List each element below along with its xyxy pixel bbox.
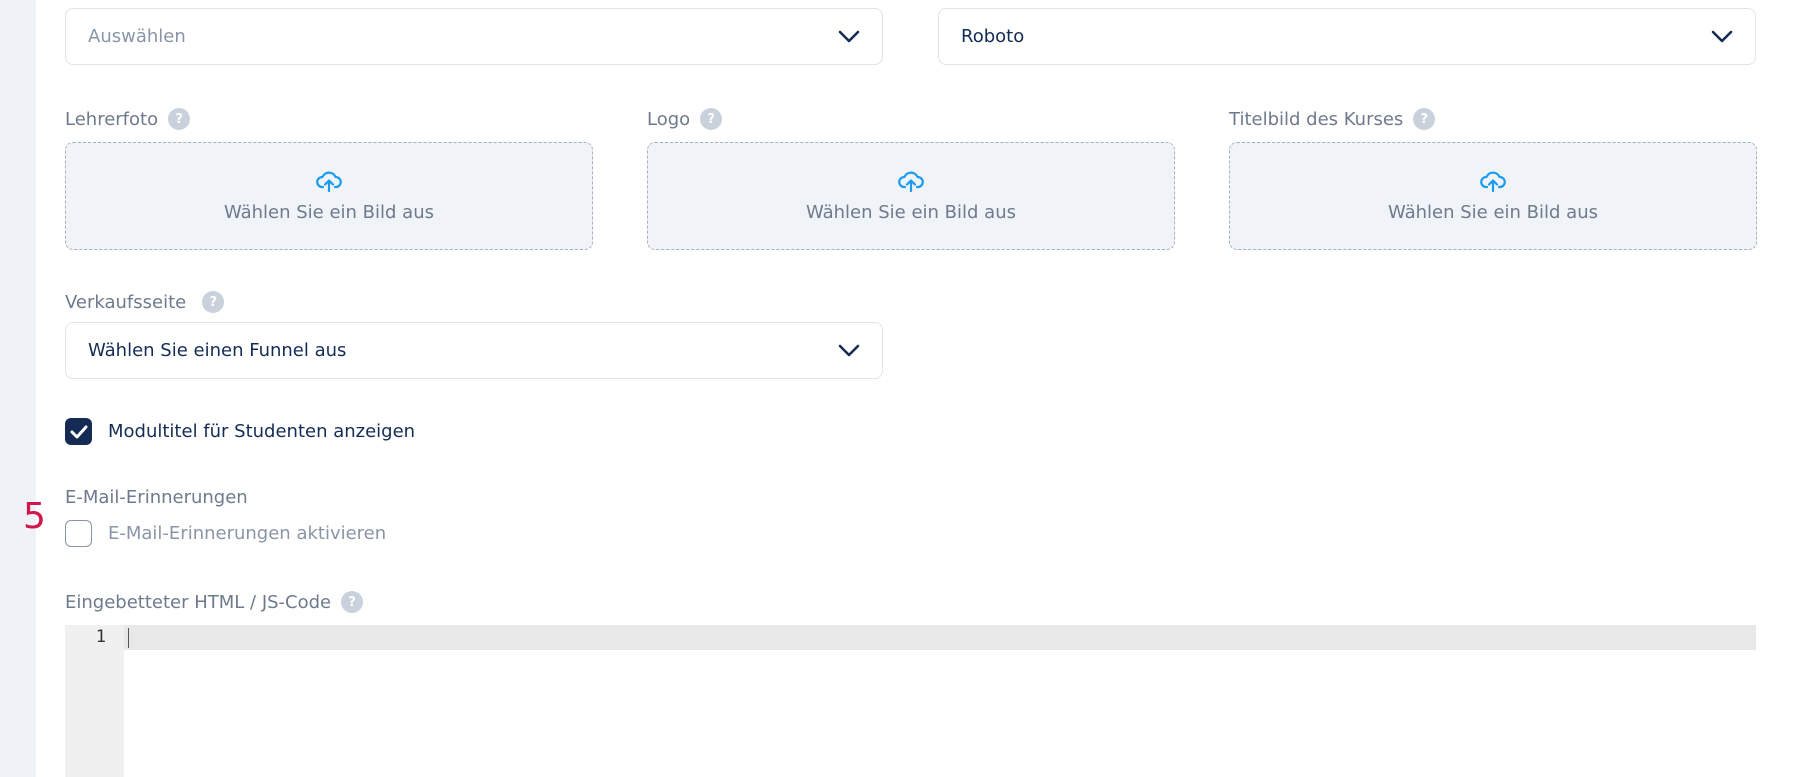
- font-select[interactable]: Roboto: [938, 8, 1756, 65]
- active-line: [65, 625, 1756, 650]
- teacher-photo-upload-text: Wählen Sie ein Bild aus: [223, 201, 435, 223]
- question-icon[interactable]: ?: [341, 591, 364, 613]
- course-cover-upload[interactable]: Wählen Sie ein Bild aus: [1229, 142, 1757, 250]
- sales-page-select[interactable]: Wählen Sie einen Funnel aus: [65, 322, 883, 379]
- module-title-checkbox-row[interactable]: Modultitel für Studenten anzeigen: [65, 418, 415, 445]
- email-reminders-heading: E-Mail-Erinnerungen: [65, 487, 248, 508]
- chevron-down-icon: [838, 30, 860, 42]
- font-select-value: Roboto: [961, 26, 1025, 47]
- question-icon[interactable]: ?: [168, 108, 191, 130]
- chevron-down-icon: [838, 344, 860, 356]
- annotation-marker: 5: [23, 496, 46, 537]
- teacher-photo-label-text: Lehrerfoto: [65, 108, 159, 130]
- course-cover-label: Titelbild des Kurses ?: [1229, 108, 1436, 130]
- top-left-select-value: Auswählen: [88, 26, 186, 47]
- sales-page-select-value: Wählen Sie einen Funnel aus: [88, 340, 347, 361]
- teacher-photo-label: Lehrerfoto ?: [65, 108, 191, 130]
- chevron-down-icon: [1711, 30, 1733, 42]
- question-icon[interactable]: ?: [1413, 108, 1436, 130]
- course-cover-upload-text: Wählen Sie ein Bild aus: [1387, 201, 1599, 223]
- logo-label-text: Logo: [647, 108, 691, 130]
- text-cursor: [128, 628, 129, 648]
- line-number: 1: [95, 627, 106, 647]
- cloud-upload-icon: [316, 171, 342, 192]
- top-left-select[interactable]: Auswählen: [65, 8, 883, 65]
- logo-upload[interactable]: Wählen Sie ein Bild aus: [647, 142, 1175, 250]
- course-cover-label-text: Titelbild des Kurses: [1229, 108, 1404, 130]
- code-editor[interactable]: 1: [65, 625, 1756, 777]
- cloud-upload-icon: [898, 171, 924, 192]
- teacher-photo-upload[interactable]: Wählen Sie ein Bild aus: [65, 142, 593, 250]
- question-icon[interactable]: ?: [202, 291, 225, 313]
- embed-code-label: Eingebetteter HTML / JS-Code ?: [65, 591, 364, 613]
- logo-upload-text: Wählen Sie ein Bild aus: [805, 201, 1017, 223]
- email-reminders-checkbox-row[interactable]: E-Mail-Erinnerungen aktivieren: [65, 520, 386, 547]
- embed-code-label-text: Eingebetteter HTML / JS-Code: [65, 591, 332, 613]
- question-icon[interactable]: ?: [700, 108, 723, 130]
- email-reminders-checkbox-label: E-Mail-Erinnerungen aktivieren: [108, 523, 387, 544]
- sales-page-label-text: Verkaufsseite: [65, 291, 187, 313]
- logo-label: Logo ?: [647, 108, 723, 130]
- module-title-checkbox-label: Modultitel für Studenten anzeigen: [108, 421, 416, 442]
- email-reminders-checkbox[interactable]: [65, 520, 92, 547]
- check-icon: [70, 425, 87, 438]
- cloud-upload-icon: [1480, 171, 1506, 192]
- module-title-checkbox[interactable]: [65, 418, 92, 445]
- sales-page-label: Verkaufsseite ?: [65, 291, 225, 313]
